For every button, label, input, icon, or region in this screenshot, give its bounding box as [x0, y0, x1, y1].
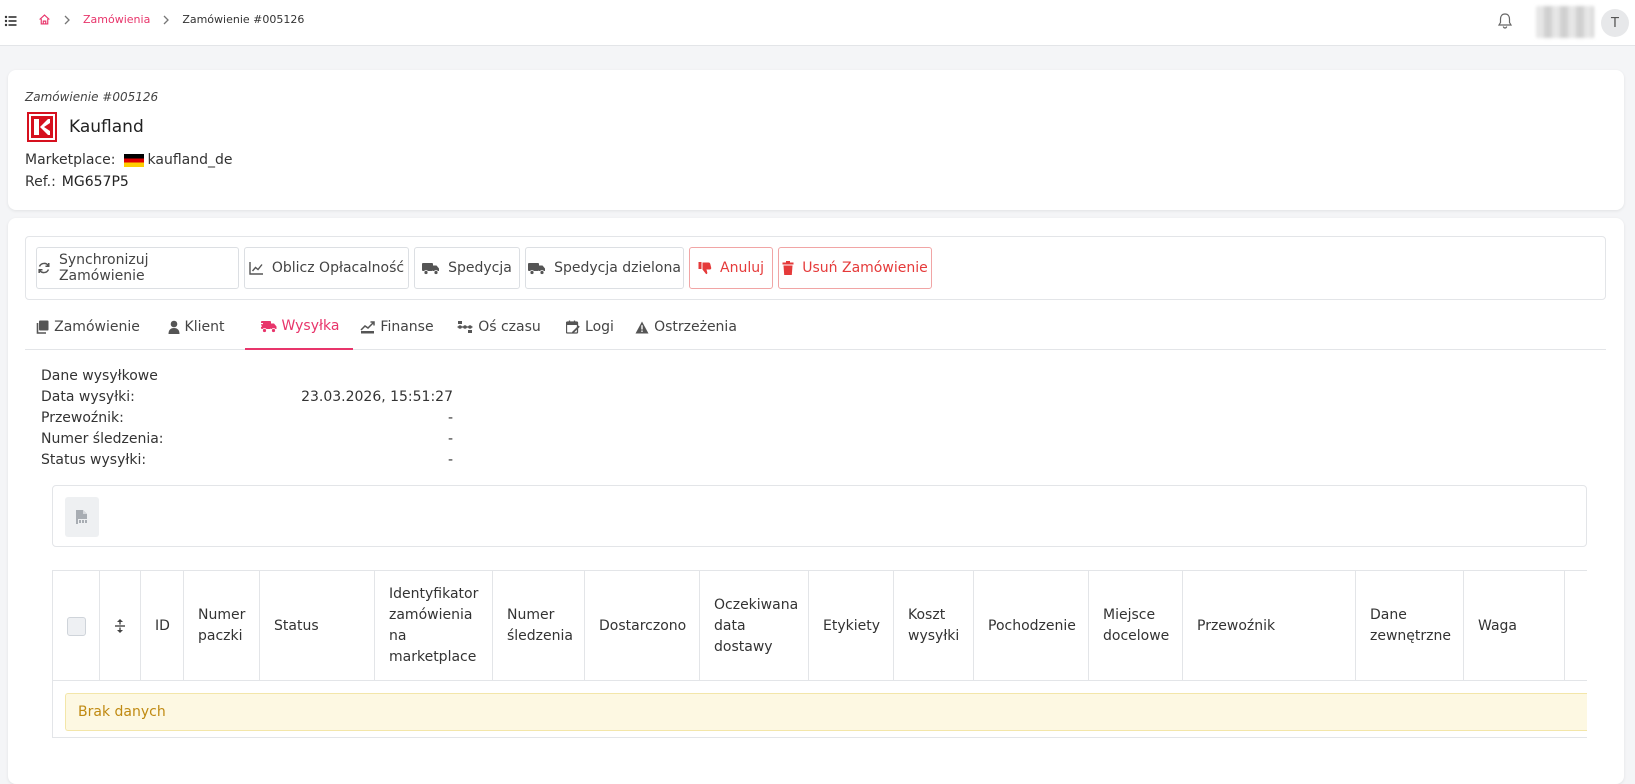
truck-icon: [528, 262, 546, 275]
cancel-order-button[interactable]: Anuluj: [689, 247, 773, 289]
copy-icon: [36, 320, 49, 334]
tracking-number-value: -: [447, 431, 453, 447]
tab-timeline[interactable]: Oś czasu: [445, 304, 553, 350]
split-shipment-label: Spedycja dzielona: [554, 260, 681, 276]
tab-order-label: Zamówienie: [54, 319, 140, 335]
carrier-label: Przewoźnik:: [41, 410, 124, 426]
chart-line-icon: [249, 262, 263, 275]
column-header-id[interactable]: ID: [141, 571, 184, 681]
sync-order-label: Synchronizuj Zamówienie: [58, 252, 149, 284]
document-toolbar: [52, 485, 1587, 547]
marketplace-label: Marketplace:: [25, 152, 116, 168]
shipment-label: Spedycja: [448, 260, 512, 276]
tab-client-label: Klient: [184, 319, 225, 335]
column-header-tracking-number[interactable]: Numer śledzenia: [493, 571, 585, 681]
column-header-carrier[interactable]: Przewoźnik: [1183, 571, 1356, 681]
tab-finance-label: Finanse: [380, 319, 434, 335]
timeline-icon: [457, 321, 473, 333]
chevron-right-icon: [163, 15, 170, 24]
table-header: ID Numer paczki Status Identyfikator zamów…: [53, 571, 1587, 681]
shipping-status-value: -: [447, 452, 453, 468]
tab-finance[interactable]: Finanse: [355, 304, 439, 350]
tab-warnings-label: Ostrzeżenia: [654, 319, 737, 335]
tab-client[interactable]: Klient: [151, 304, 241, 350]
avatar[interactable]: T: [1601, 9, 1629, 37]
calculate-profit-label: Oblicz Opłacalność: [271, 260, 405, 276]
order-details-card: Synchronizuj Zamówienie Oblicz Opłacalno…: [8, 218, 1624, 784]
tab-logs[interactable]: Logi: [557, 304, 623, 350]
trash-icon: [782, 261, 794, 275]
shipping-date-label: Data wysyłki:: [41, 389, 135, 405]
tab-timeline-label: Oś czasu: [478, 319, 541, 335]
truck-icon: [422, 262, 440, 275]
column-header-status[interactable]: Status: [260, 571, 375, 681]
cancel-order-label: Anuluj: [720, 260, 764, 276]
tab-order[interactable]: Zamówienie: [25, 304, 151, 350]
column-header-delivered[interactable]: Dostarczono: [585, 571, 700, 681]
shipping-date-value: 23.03.2026, 15:51:27: [301, 389, 453, 405]
marketplace-value: kaufland_de: [147, 152, 233, 168]
delete-order-button[interactable]: Usuń Zamówienie: [778, 247, 932, 289]
pdf-export-button[interactable]: [65, 497, 99, 537]
money-chart-icon: [360, 321, 376, 334]
empty-state-row: Brak danych: [65, 693, 1587, 731]
kaufland-logo: [27, 112, 57, 142]
sync-order-button[interactable]: Synchronizuj Zamówienie: [36, 247, 239, 289]
ref-row: Ref.: MG657P5: [25, 174, 129, 190]
user-name-blurred[interactable]: [1536, 6, 1594, 38]
chevron-right-icon: [64, 15, 70, 24]
ref-label: Ref.:: [25, 174, 56, 190]
split-shipment-button[interactable]: Spedycja dzielona: [525, 247, 684, 289]
tab-shipping[interactable]: Wysyłka: [245, 304, 353, 350]
shop-name: Kaufland: [69, 117, 144, 137]
shipping-data-title: Dane wysyłkowe: [41, 368, 158, 384]
shop-row: Kaufland: [27, 112, 144, 142]
select-all-checkbox[interactable]: [66, 616, 86, 636]
tab-logs-label: Logi: [585, 319, 614, 335]
column-header-expected-delivery[interactable]: Oczekiwana data dostawy: [700, 571, 809, 681]
order-number: Zamówienie #005126: [25, 90, 159, 104]
breadcrumb-orders-link[interactable]: Zamówienia: [83, 13, 150, 26]
column-header-weight[interactable]: Waga: [1464, 571, 1565, 681]
bell-icon[interactable]: [1496, 12, 1514, 30]
order-header-card: Zamówienie #005126 Kaufland Marketplace:…: [8, 70, 1624, 210]
column-header-external-data[interactable]: Dane zewnętrzne: [1356, 571, 1464, 681]
column-header-package-number[interactable]: Numer paczki: [184, 571, 260, 681]
tab-warnings[interactable]: Ostrzeżenia: [629, 304, 743, 350]
shipping-fast-icon: [258, 320, 277, 333]
column-header-origin[interactable]: Pochodzenie: [974, 571, 1089, 681]
action-toolbar: Synchronizuj Zamówienie Oblicz Opłacalno…: [25, 236, 1606, 300]
calendar-edit-icon: [566, 320, 580, 334]
column-header-marketplace-order-id[interactable]: Identyfikator zamówienia na marketplace: [375, 571, 493, 681]
top-bar: Zamówienia Zamówienie #005126 T: [0, 0, 1635, 46]
refresh-icon: [38, 262, 50, 274]
order-tabs: Zamówienie Klient Wysyłka Finanse Oś cza…: [25, 304, 1606, 350]
shipping-status-label: Status wysyłki:: [41, 452, 147, 468]
file-pdf-icon: [76, 510, 89, 524]
carrier-value: -: [447, 410, 453, 426]
warning-icon: [635, 321, 649, 333]
packages-table: ID Numer paczki Status Identyfikator zamów…: [52, 570, 1587, 738]
calculate-profit-button[interactable]: Oblicz Opłacalność: [244, 247, 409, 289]
breadcrumb-current: Zamówienie #005126: [182, 13, 305, 26]
shipment-button[interactable]: Spedycja: [414, 247, 520, 289]
select-all-cell: [53, 571, 100, 681]
expand-column-header[interactable]: [100, 571, 141, 681]
column-header-shipping-cost[interactable]: Koszt wysyłki: [894, 571, 974, 681]
tracking-number-label: Numer śledzenia:: [41, 431, 164, 447]
germany-flag-icon: [123, 153, 144, 167]
user-icon: [168, 320, 180, 334]
home-icon[interactable]: [38, 13, 51, 26]
ref-value: MG657P5: [61, 174, 129, 190]
column-header-destination[interactable]: Miejsce docelowe: [1089, 571, 1183, 681]
delete-order-label: Usuń Zamówienie: [802, 260, 928, 276]
breadcrumb: Zamówienia Zamówienie #005126: [38, 13, 304, 26]
menu-icon[interactable]: [4, 14, 18, 28]
marketplace-row: Marketplace: kaufland_de: [25, 152, 233, 168]
column-header-labels[interactable]: Etykiety: [809, 571, 894, 681]
expand-rows-icon: [115, 619, 125, 633]
tab-shipping-label: Wysyłka: [281, 318, 340, 334]
thumbs-down-icon: [698, 262, 712, 275]
